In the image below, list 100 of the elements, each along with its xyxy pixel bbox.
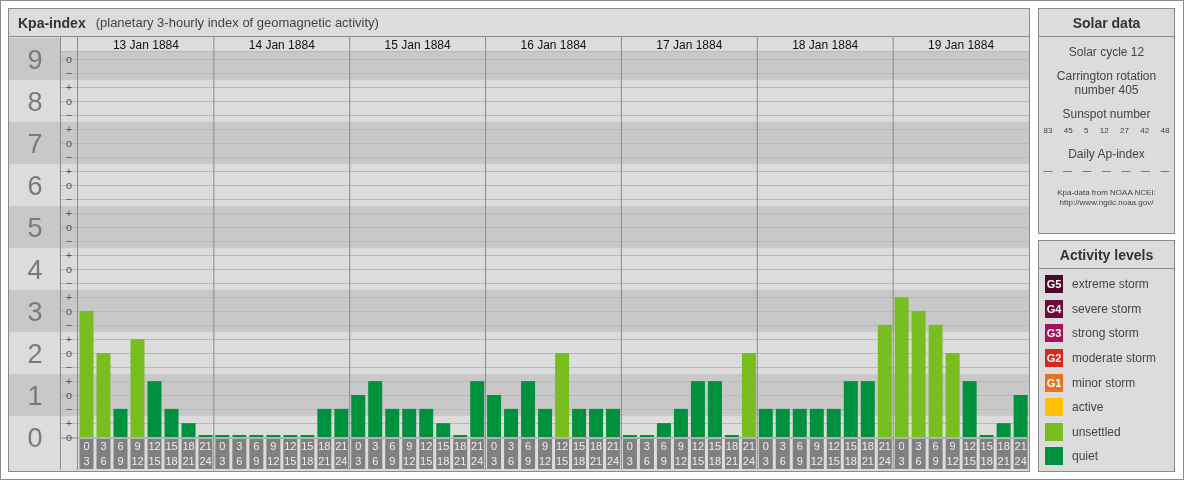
y-minor-label: o <box>65 221 73 233</box>
y-minor-label: o <box>65 53 73 65</box>
solar-cycle-text: Solar cycle 12 <box>1068 45 1145 59</box>
kp-bar <box>334 408 349 437</box>
y-axis-label: 8 <box>27 87 43 117</box>
x-tick-label: 6 9 <box>117 440 124 467</box>
x-tick-label: 3 6 <box>100 440 107 467</box>
y-minor-label: o <box>65 347 73 359</box>
kp-bar <box>589 408 604 437</box>
sunspot-value: 83 <box>1043 126 1053 135</box>
y-minor-label: − <box>65 277 73 289</box>
y-minor-label: o <box>65 263 73 275</box>
y-minor-label: − <box>65 193 73 205</box>
y-minor-label: − <box>65 361 73 373</box>
y-axis-label: 7 <box>27 129 43 159</box>
y-minor-label: o <box>65 431 73 443</box>
hour-range-label: 6 9 <box>249 439 264 469</box>
hour-range-label: 21 24 <box>334 439 349 469</box>
level-label: quiet <box>1072 449 1099 464</box>
y-minor-label: + <box>65 123 73 135</box>
hour-range-label: 9 12 <box>266 439 281 469</box>
y-minor-label: + <box>65 417 73 429</box>
x-tick-label: 6 9 <box>253 440 260 467</box>
x-tick-label: 3 6 <box>779 440 786 467</box>
y-axis-label: 3 <box>27 297 43 327</box>
level-swatch: G3 <box>1045 324 1063 343</box>
date-header: 16 Jan 1884 <box>520 37 587 52</box>
x-tick-label: 0 3 <box>762 440 769 467</box>
hour-range-label: 0 3 <box>351 439 366 469</box>
hour-range-label: 15 18 <box>300 439 315 469</box>
date-header: 19 Jan 1884 <box>928 37 995 52</box>
y-minor-label: − <box>65 235 73 247</box>
hour-range-label: 9 12 <box>402 439 417 469</box>
x-tick-label: 3 6 <box>508 440 515 467</box>
level-swatch: G2 <box>1045 349 1063 368</box>
y-minor-label: + <box>65 375 73 387</box>
hour-range-label: 6 9 <box>521 439 536 469</box>
hour-range-label: 0 3 <box>487 439 502 469</box>
sunspot-value: 27 <box>1120 126 1129 135</box>
y-axis-label: 6 <box>27 171 43 201</box>
sunspot-value: 42 <box>1140 126 1150 135</box>
y-minor-label: − <box>65 403 73 415</box>
y-axis-label: 9 <box>27 45 43 75</box>
kp-bar <box>317 408 332 437</box>
level-label: moderate storm <box>1072 351 1157 366</box>
hour-range-label: 3 6 <box>504 439 519 469</box>
level-label: severe storm <box>1072 301 1142 316</box>
y-minor-label: − <box>65 109 73 121</box>
hour-range-label: 21 24 <box>470 439 485 469</box>
sunspot-value: 12 <box>1099 126 1109 135</box>
x-tick-label: 3 6 <box>372 440 379 467</box>
y-minor-label: o <box>65 137 73 149</box>
ap-value: — <box>1082 166 1092 176</box>
x-tick-label: 3 6 <box>236 440 243 467</box>
kp-bar <box>351 395 366 437</box>
level-swatch: G4 <box>1045 299 1063 318</box>
kp-bar <box>538 408 553 437</box>
x-tick-label: 6 9 <box>389 440 396 467</box>
carrington-text: Carrington rotation number 405 <box>1056 69 1157 97</box>
x-tick-label: 0 3 <box>83 440 90 467</box>
x-tick-label: 6 9 <box>525 440 532 467</box>
hour-range-label: 3 6 <box>368 439 383 469</box>
y-axis-label: 0 <box>27 423 43 453</box>
hour-range-label: 6 9 <box>385 439 400 469</box>
y-minor-label: + <box>65 249 73 261</box>
hour-range-label: 21 24 <box>606 439 621 469</box>
source-text: Kpa-data from NOAA NCEI: <box>1057 188 1156 198</box>
y-axis-label: 2 <box>27 339 43 369</box>
ap-value: — <box>1160 166 1170 176</box>
level-label: active <box>1072 400 1104 415</box>
x-tick-label: 0 3 <box>898 440 905 467</box>
kp-bar <box>402 408 417 437</box>
y-minor-label: + <box>65 333 73 345</box>
y-axis-label: 1 <box>27 381 43 411</box>
kp-bar <box>521 381 536 437</box>
hour-range-label: 18 21 <box>453 439 468 469</box>
source-url: http://www.ngdc.noaa.gov/ <box>1059 198 1154 208</box>
panel-title: Solar data <box>1039 9 1174 37</box>
level-label: unsettled <box>1072 424 1121 439</box>
kp-bar <box>470 381 485 437</box>
hour-range-label: 18 21 <box>589 439 604 469</box>
kp-bar <box>436 423 451 437</box>
x-tick-label: 6 9 <box>660 440 667 467</box>
kp-bar <box>504 408 519 437</box>
kp-bar <box>385 408 400 437</box>
date-header: 17 Jan 1884 <box>656 37 723 52</box>
date-header: 14 Jan 1884 <box>248 37 315 52</box>
hour-range-label: 0 3 <box>215 439 230 469</box>
y-minor-label: o <box>65 95 73 107</box>
x-tick-label: 3 6 <box>643 440 650 467</box>
date-header: 15 Jan 1884 <box>384 37 451 52</box>
level-label: strong storm <box>1072 326 1139 341</box>
x-tick-label: 6 9 <box>796 440 803 467</box>
hour-range-label: 3 6 <box>232 439 247 469</box>
hour-range-label: 18 21 <box>317 439 332 469</box>
y-minor-label: − <box>65 319 73 331</box>
x-tick-label: 6 9 <box>932 440 939 467</box>
sunspot-value: 48 <box>1160 126 1170 135</box>
y-minor-label: − <box>65 67 73 79</box>
level-swatch: G1 <box>1045 373 1063 392</box>
